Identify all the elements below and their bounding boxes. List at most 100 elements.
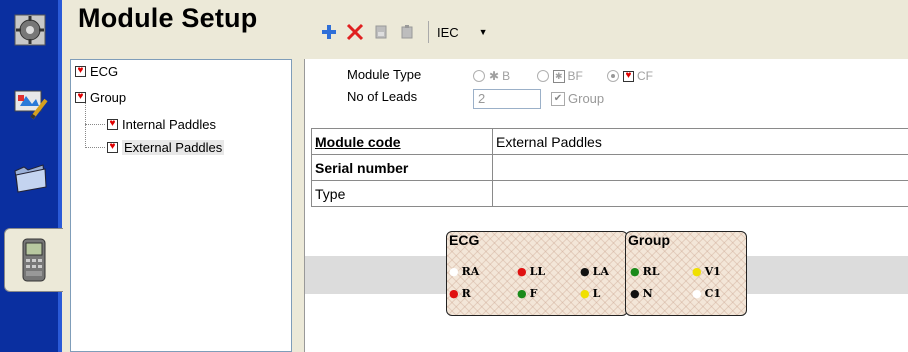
tree-item-internal-paddles[interactable]: ♥ Internal Paddles [107, 115, 216, 133]
radio-circle-selected[interactable] [607, 70, 619, 82]
heart-checkbox-icon[interactable]: ♥ [107, 141, 118, 153]
paste-icon [401, 25, 413, 39]
toolbar: IEC ▼ [316, 20, 488, 44]
heart-checkbox-icon[interactable]: ♥ [75, 65, 86, 77]
lead-label: RA [461, 265, 480, 278]
lead-dot-icon: ● [630, 287, 640, 300]
tree-item-label: Internal Paddles [122, 116, 216, 132]
group-checkbox[interactable]: ✔ Group [551, 91, 604, 106]
tab-settings[interactable] [4, 2, 56, 58]
lead-label: F [529, 287, 538, 300]
plus-icon [322, 25, 336, 39]
strip-edge [58, 0, 62, 352]
lead-f: ● F [517, 287, 537, 300]
lead-label: V1 [704, 265, 721, 278]
group-checkbox-label: Group [568, 91, 605, 106]
property-value[interactable] [492, 180, 908, 207]
lead-l: ● L [580, 287, 600, 300]
lead-label: RL [642, 265, 660, 278]
tree-item-label: External Paddles [122, 139, 225, 155]
property-key: Serial number [311, 154, 493, 181]
tree-item-ecg[interactable]: ♥ ECG [75, 62, 118, 80]
leads-label: No of Leads [347, 89, 418, 104]
lead-dot-icon: ● [580, 287, 590, 300]
paste-button[interactable] [394, 20, 420, 44]
lead-c1: ● C1 [692, 287, 721, 300]
lead-label: R [461, 287, 471, 300]
tab-folder[interactable] [4, 150, 56, 206]
property-key: Module code [311, 128, 493, 155]
page-title: Module Setup [78, 3, 258, 33]
properties-table: Module code External Paddles Serial numb… [311, 128, 908, 207]
heart-icon: ♥ [623, 70, 634, 82]
patient-box-icon: ✱ [553, 69, 565, 83]
radio-label: B [502, 69, 511, 83]
checkmark-icon: ✔ [551, 91, 565, 106]
tree-item-group[interactable]: ♥ Group [75, 88, 126, 106]
lead-label: N [642, 287, 653, 300]
patient-symbol-icon: ✱ [489, 69, 500, 83]
lead-dot-icon: ● [517, 265, 527, 278]
side-tab-strip [0, 0, 63, 352]
standard-select[interactable]: IEC [437, 25, 459, 40]
device-handset-icon [22, 238, 46, 282]
tree-item-label: ECG [90, 63, 119, 79]
monitor-edit-icon [14, 90, 48, 120]
ecg-panel-title: ECG [449, 232, 480, 248]
radio-label: BF [567, 69, 583, 83]
heart-checkbox-icon[interactable]: ♥ [107, 118, 118, 130]
lead-dot-icon: ● [692, 287, 702, 300]
module-details-panel: Module Type No of Leads ✱ B ✱ BF ♥ CF 2 … [304, 59, 908, 352]
lead-label: LL [529, 265, 546, 278]
toolbar-separator [428, 21, 429, 43]
lead-n: ● N [630, 287, 653, 300]
radio-label: CF [637, 69, 653, 83]
tab-monitor-edit[interactable] [4, 76, 56, 132]
lead-la: ● LA [580, 265, 609, 278]
lead-dot-icon: ● [449, 265, 459, 278]
lead-dot-icon: ● [630, 265, 640, 278]
group-panel-title: Group [628, 232, 670, 248]
lead-ll: ● LL [517, 265, 545, 278]
lead-ra: ● RA [449, 265, 479, 278]
x-icon [346, 23, 364, 41]
property-value[interactable]: External Paddles [492, 128, 908, 155]
lead-label: L [592, 287, 601, 300]
copy-icon [375, 25, 387, 39]
delete-button[interactable] [342, 20, 368, 44]
folder-icon [14, 164, 47, 193]
ecg-lead-panel: ECG ● RA ● LL ● LA ● R ● F ● L [446, 231, 628, 316]
lead-v1: ● V1 [692, 265, 721, 278]
lead-label: LA [592, 265, 609, 278]
property-key: Type [311, 180, 493, 207]
group-lead-panel: Group ● RL ● V1 ● N ● C1 [625, 231, 747, 316]
table-row: Type [311, 180, 908, 207]
add-button[interactable] [316, 20, 342, 44]
lead-dot-icon: ● [449, 287, 459, 300]
lead-dot-icon: ● [580, 265, 590, 278]
tab-device[interactable] [4, 228, 63, 292]
heart-checkbox-icon[interactable]: ♥ [75, 91, 86, 103]
tree-connector [85, 124, 105, 125]
lead-rl: ● RL [630, 265, 660, 278]
module-type-label: Module Type [347, 67, 422, 82]
gear-settings-icon [14, 14, 46, 46]
leads-input[interactable]: 2 [473, 89, 541, 109]
tree-connector [85, 147, 105, 148]
radio-type-cf[interactable]: ♥ CF [607, 69, 653, 83]
tree-item-label: Group [90, 89, 127, 105]
property-value[interactable] [492, 154, 908, 181]
table-row: Module code External Paddles [311, 128, 908, 155]
chevron-down-icon[interactable]: ▼ [479, 27, 488, 37]
lead-dot-icon: ● [517, 287, 527, 300]
tree-item-external-paddles[interactable]: ♥ External Paddles [107, 138, 225, 156]
lead-r: ● R [449, 287, 471, 300]
table-row: Serial number [311, 154, 908, 181]
lead-label: C1 [704, 287, 722, 300]
radio-type-b[interactable]: ✱ B [473, 69, 510, 83]
radio-circle[interactable] [537, 70, 549, 82]
radio-circle[interactable] [473, 70, 485, 82]
copy-button[interactable] [368, 20, 394, 44]
radio-type-bf[interactable]: ✱ BF [537, 69, 583, 83]
module-tree: ♥ ECG ♥ Group ♥ Internal Paddles ♥ Exter… [70, 59, 292, 352]
